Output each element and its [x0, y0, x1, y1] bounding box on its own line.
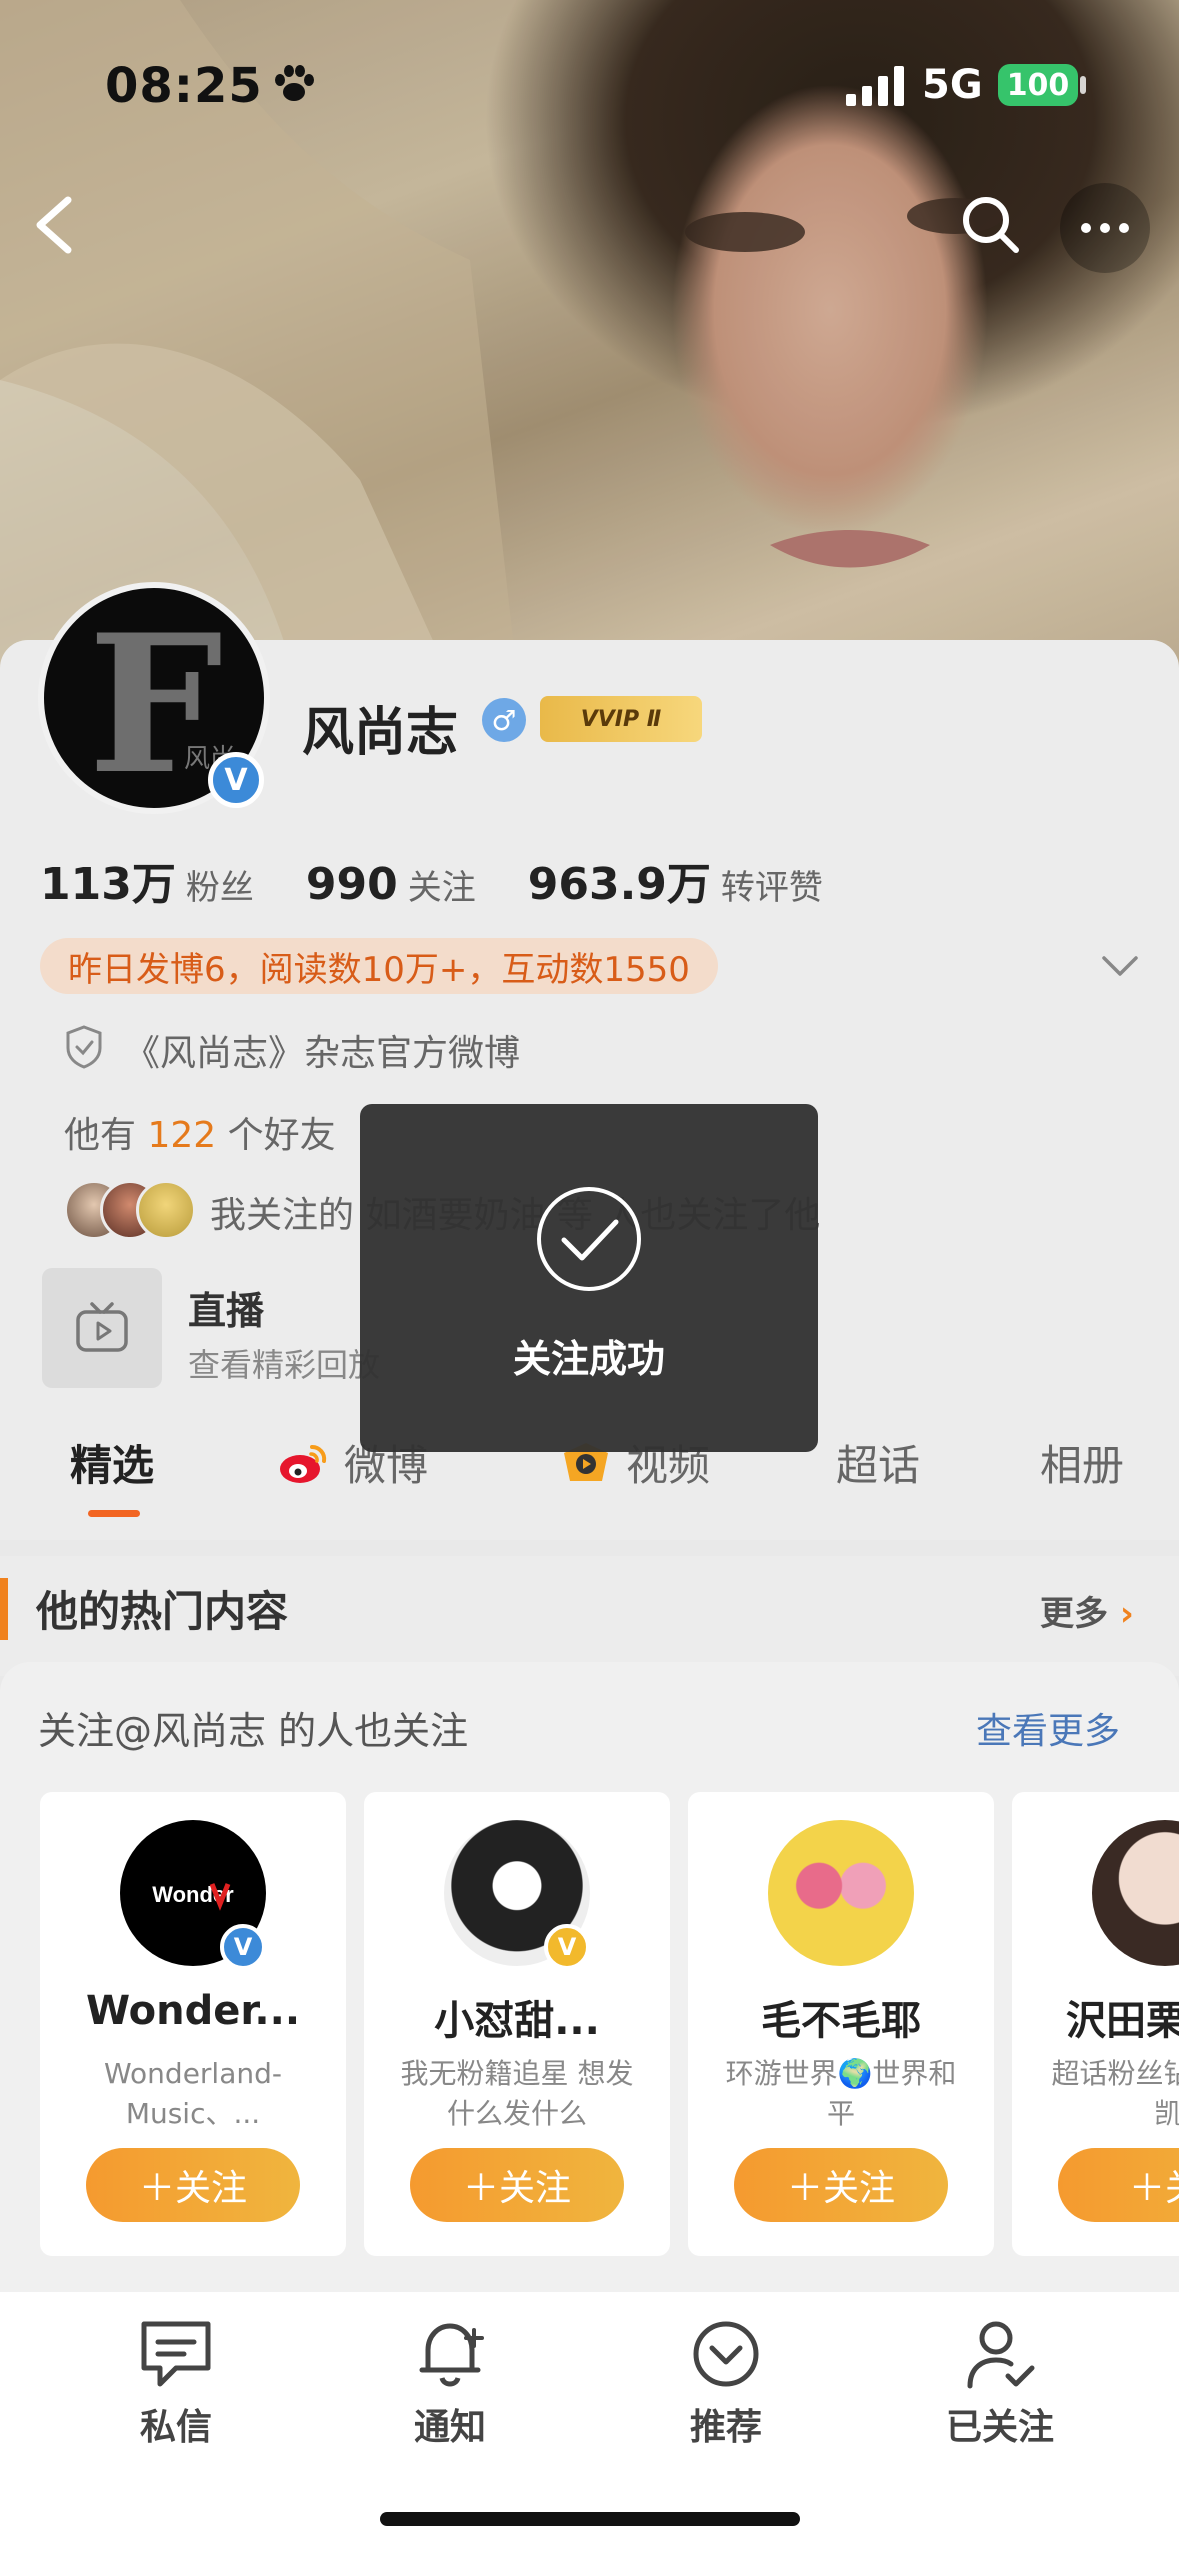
tab-featured[interactable]: 精选 — [70, 1432, 154, 1493]
recommend-button[interactable]: 推荐 — [626, 2316, 826, 2450]
message-icon — [141, 2321, 211, 2387]
chevron-down-icon[interactable] — [1100, 952, 1140, 982]
verified-badge-icon: V — [208, 752, 264, 808]
home-indicator — [380, 2512, 800, 2526]
friends-count[interactable]: 他有 122 个好友 — [64, 1106, 336, 1158]
suggestion-name: Wonder... — [85, 1988, 301, 2034]
follow-button[interactable]: ＋关注 — [86, 2148, 300, 2222]
user-check-icon — [967, 2321, 1035, 2389]
status-bar: 08:25 5G 100 — [0, 0, 1179, 170]
tab-underline — [88, 1510, 140, 1517]
follow-button[interactable]: ＋关 — [1058, 2148, 1179, 2222]
hot-content-title: 他的热门内容 — [36, 1587, 289, 1636]
male-icon: ♂ — [482, 698, 526, 742]
stat-engagement[interactable]: 963.9万 转评赞 — [528, 848, 823, 912]
follow-button[interactable]: ＋关注 — [734, 2148, 948, 2222]
mutual-avatars[interactable] — [64, 1180, 204, 1242]
tab-supertopic[interactable]: 超话 — [836, 1432, 920, 1493]
follow-success-toast: 关注成功 — [360, 1104, 818, 1452]
shield-icon — [66, 1025, 102, 1069]
paw-icon — [275, 65, 314, 101]
avatar[interactable] — [768, 1820, 914, 1966]
battery-icon: 100 — [998, 64, 1078, 106]
tab-album[interactable]: 相册 — [1040, 1432, 1124, 1493]
suggestion-name: 沢田栗 — [1066, 1998, 1179, 2044]
back-icon[interactable] — [28, 190, 88, 260]
vvip-badge[interactable]: VVIP Ⅱ — [540, 696, 702, 742]
suggestion-card[interactable]: Wonder V Wonder... Wonderland-Music、... … — [40, 1792, 346, 2256]
search-icon[interactable] — [956, 190, 1026, 260]
suggestion-card[interactable]: V 小怼甜... 我无粉籍追星 想发什么发什么 ＋关注 — [364, 1792, 670, 2256]
profile-stats: 113万 粉丝 990 关注 963.9万 转评赞 — [40, 848, 823, 912]
suggestion-card[interactable]: 沢田栗 超话粉丝钻 鬼王琳凯 ＋关 — [1012, 1792, 1179, 2256]
message-button[interactable]: 私信 — [76, 2316, 276, 2450]
profile-bio: 《风尚志》杂志官方微博 — [124, 1033, 521, 1074]
suggestions-sheet: 关注@风尚志 的人也关注 查看更多 Wonder V Wonder... Won… — [0, 1662, 1179, 2292]
hot-content-header: 他的热门内容 更多 › — [0, 1556, 1179, 1676]
suggestion-desc: Wonderland-Music、... — [104, 2057, 282, 2130]
suggestion-name: 小怼甜... — [434, 1998, 600, 2044]
verified-badge-icon: V — [544, 1924, 590, 1970]
signal-icon — [846, 66, 904, 106]
suggestion-desc: 我无粉籍追星 想发什么发什么 — [400, 2057, 634, 2130]
suggestion-name: 毛不毛耶 — [761, 1998, 921, 2044]
view-more-link[interactable]: 查看更多 — [976, 1702, 1120, 1754]
profile-name: 风尚志 — [302, 703, 459, 763]
status-time: 08:25 — [105, 58, 263, 114]
more-icon[interactable] — [1060, 183, 1150, 273]
bell-plus-icon — [419, 2323, 484, 2387]
weibo-icon — [280, 1444, 327, 1483]
stat-followers[interactable]: 113万 粉丝 — [40, 848, 254, 912]
network-label: 5G — [922, 62, 983, 108]
tv-icon — [76, 1302, 128, 1352]
suggestions-title: 关注@风尚志 的人也关注 — [38, 1709, 469, 1753]
notify-button[interactable]: 通知 — [350, 2316, 550, 2450]
suggestion-desc: 环游世界🌍世界和平 — [725, 2057, 957, 2130]
verified-badge-icon: V — [220, 1924, 266, 1970]
suggestion-desc: 超话粉丝钻 鬼王琳凯 — [1051, 2057, 1179, 2130]
stat-following[interactable]: 990 关注 — [306, 859, 476, 910]
activity-summary[interactable]: 昨日发博6，阅读数10万+，互动数1550 — [40, 938, 718, 994]
check-circle-icon — [537, 1187, 641, 1291]
follow-button[interactable]: ＋关注 — [410, 2148, 624, 2222]
toast-text: 关注成功 — [512, 1337, 665, 1381]
suggestion-card[interactable]: 毛不毛耶 环游世界🌍世界和平 ＋关注 — [688, 1792, 994, 2256]
live-subtitle: 查看精彩回放 — [188, 1346, 381, 1384]
chevron-circle-icon — [693, 2321, 759, 2387]
following-button[interactable]: 已关注 — [900, 2316, 1100, 2450]
hot-more-link[interactable]: 更多 › — [1040, 1586, 1134, 1635]
live-title[interactable]: 直播 — [188, 1280, 264, 1335]
avatar[interactable] — [1092, 1820, 1179, 1966]
live-tile[interactable] — [42, 1268, 162, 1388]
